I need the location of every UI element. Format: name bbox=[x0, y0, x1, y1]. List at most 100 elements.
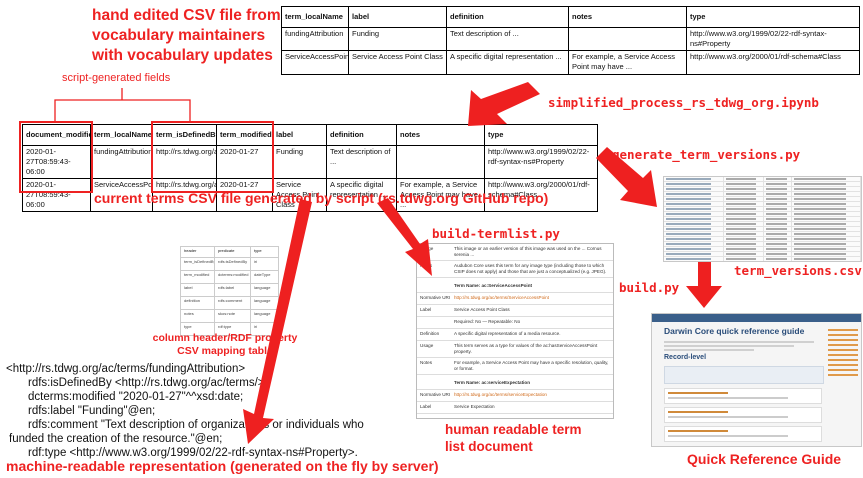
rdf-line: dcterms:modified "2020-01-27"^^xsd:date; bbox=[28, 391, 244, 403]
spreadsheet-cell-text bbox=[765, 248, 787, 250]
spreadsheet-cell-text bbox=[794, 248, 847, 250]
spreadsheet-cell bbox=[724, 227, 764, 231]
term-list-value: Audubon Core uses this term for any imag… bbox=[454, 263, 607, 274]
guide-card-line bbox=[668, 416, 788, 418]
spreadsheet-cell-text bbox=[725, 238, 756, 240]
table-cell: Service Access Point Class bbox=[348, 50, 447, 75]
spreadsheet-cell-text bbox=[794, 188, 847, 190]
spreadsheet-cell bbox=[664, 252, 724, 256]
spreadsheet-cell-text bbox=[666, 188, 711, 190]
rdf-line: funded the creation of the resource."@en… bbox=[9, 433, 223, 445]
simplified-process-script-label: simplified_process_rs_tdwg_org.ipynb bbox=[548, 95, 819, 110]
term-list-value: Term Name: ac:serviceExpectation bbox=[454, 380, 531, 385]
table-cell: Funding bbox=[348, 27, 447, 51]
build-py-label: build.py bbox=[619, 280, 680, 295]
spreadsheet-cell bbox=[724, 192, 764, 196]
script-field-box-document-modified bbox=[19, 121, 93, 193]
spreadsheet-cell-text bbox=[666, 258, 711, 260]
term-list-key: Notes bbox=[420, 360, 433, 365]
spreadsheet-cell-text bbox=[725, 208, 756, 210]
table-row: fundingAttribution Funding Text descript… bbox=[281, 27, 860, 51]
spreadsheet-cell-text bbox=[725, 193, 756, 195]
mapping-cell: term_isDefinedBy bbox=[180, 257, 215, 271]
term-list-row: Normative URI http://rs.tdwg.org/ac/terms… bbox=[417, 293, 613, 305]
guide-term-cards bbox=[664, 388, 822, 445]
mapping-row: term_modified dcterms:modified dateType bbox=[180, 270, 279, 284]
spreadsheet-cell-text bbox=[666, 208, 711, 210]
header-cell: definition bbox=[326, 124, 397, 146]
generate-term-versions-label: generate_term_versions.py bbox=[612, 147, 801, 162]
script-generated-fields-label: script-generated fields bbox=[62, 72, 171, 84]
human-readable-caption: human readable term list document bbox=[445, 421, 582, 455]
hand-edited-csv-table: term_localName label definition notes ty… bbox=[281, 6, 860, 75]
spreadsheet-cell bbox=[724, 232, 764, 236]
spreadsheet-cell bbox=[724, 197, 764, 201]
spreadsheet-cell bbox=[764, 177, 793, 181]
spreadsheet-cell bbox=[724, 202, 764, 206]
spreadsheet-cell-text bbox=[765, 243, 787, 245]
table-cell: http://www.w3.org/1999/02/22-rdf-syntax-… bbox=[484, 145, 598, 179]
spreadsheet-cell-text bbox=[765, 208, 787, 210]
term-list-key: Usage bbox=[420, 246, 434, 251]
spreadsheet-cell-text bbox=[794, 208, 847, 210]
spreadsheet-cell-text bbox=[765, 228, 787, 230]
spreadsheet-cell bbox=[664, 242, 724, 246]
mapping-cell: term_modified bbox=[180, 270, 215, 284]
spreadsheet-cell bbox=[664, 187, 724, 191]
spreadsheet-rows bbox=[664, 177, 861, 261]
spreadsheet-cell-text bbox=[666, 243, 711, 245]
term-list-row: Term Name: ac:serviceExpectation bbox=[417, 375, 613, 390]
term-list-row: Normative URI http://rs.tdwg.org/ac/terms… bbox=[417, 390, 613, 402]
spreadsheet-cell bbox=[764, 232, 793, 236]
spreadsheet-cell-text bbox=[765, 198, 787, 200]
table-cell: fundingAttribution bbox=[281, 27, 349, 51]
table-cell: fundingAttribution bbox=[90, 145, 153, 179]
spreadsheet-cell bbox=[792, 192, 861, 196]
spreadsheet-cell-text bbox=[794, 233, 847, 235]
header-cell: term_localName bbox=[90, 124, 153, 146]
spreadsheet-cell-text bbox=[725, 243, 756, 245]
spreadsheet-cell-text bbox=[666, 228, 711, 230]
term-list-row: Label Service Access Point Class bbox=[417, 305, 613, 317]
spreadsheet-cell-text bbox=[794, 218, 847, 220]
spreadsheet-cell bbox=[724, 187, 764, 191]
mapping-cell: dateType bbox=[250, 270, 279, 284]
mapping-header-cell: type bbox=[250, 246, 279, 258]
spreadsheet-cell-text bbox=[765, 178, 787, 180]
guide-term-card bbox=[664, 407, 822, 423]
mapping-row: term_isDefinedBy rdfs:isDefinedBy iri bbox=[180, 257, 279, 271]
header-cell: term_localName bbox=[281, 6, 349, 28]
spreadsheet-cell bbox=[724, 222, 764, 226]
table-cell: Text description of ... bbox=[446, 27, 569, 51]
term-list-row: Notes Audubon Core uses this term for any… bbox=[417, 261, 613, 278]
mapping-cell: rdfs:comment bbox=[214, 296, 251, 310]
spreadsheet-cell-text bbox=[725, 198, 756, 200]
guide-card-line bbox=[668, 392, 728, 394]
spreadsheet-cell bbox=[792, 197, 861, 201]
spreadsheet-cell-text bbox=[794, 228, 847, 230]
spreadsheet-cell-text bbox=[725, 233, 756, 235]
spreadsheet-cell bbox=[724, 237, 764, 241]
mapping-table-caption: column header/RDF property CSV mapping t… bbox=[144, 332, 306, 358]
spreadsheet-cell-text bbox=[794, 203, 847, 205]
spreadsheet-cell-text bbox=[725, 188, 756, 190]
spreadsheet-cell-text bbox=[666, 193, 711, 195]
spreadsheet-cell bbox=[792, 257, 861, 261]
spreadsheet-cell-text bbox=[725, 218, 756, 220]
spreadsheet-cell bbox=[792, 247, 861, 251]
spreadsheet-cell bbox=[664, 207, 724, 211]
spreadsheet-cell-text bbox=[666, 218, 711, 220]
header-cell: label bbox=[348, 6, 447, 28]
spreadsheet-cell bbox=[724, 247, 764, 251]
spreadsheet-cell-text bbox=[794, 198, 847, 200]
table-row: 2020-01-27T08:59:43-06:00 fundingAttribu… bbox=[22, 145, 598, 179]
mapping-cell: iri bbox=[250, 257, 279, 271]
guide-top-bar bbox=[652, 314, 861, 322]
mapping-cell: language bbox=[250, 283, 279, 297]
spreadsheet-cell bbox=[664, 212, 724, 216]
spreadsheet-cell bbox=[724, 207, 764, 211]
term-list-key bbox=[420, 283, 454, 290]
spreadsheet-cell-text bbox=[666, 248, 711, 250]
spreadsheet-cell bbox=[664, 202, 724, 206]
header-cell: notes bbox=[396, 124, 485, 146]
